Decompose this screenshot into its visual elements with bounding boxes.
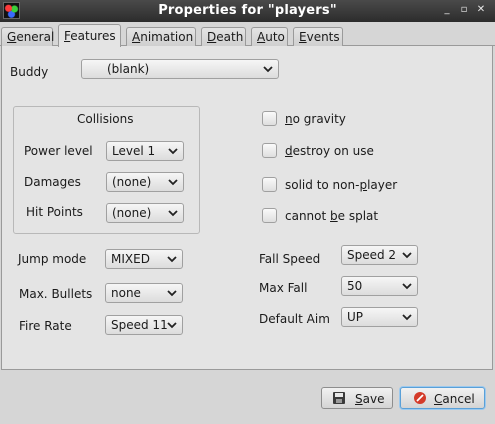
title-bar: Properties for "players" _ ▫ ✕: [0, 0, 495, 22]
save-button[interactable]: Save: [321, 387, 393, 409]
chevron-down-icon: [402, 314, 412, 321]
buddy-value: (blank): [107, 62, 150, 76]
damages-label: Damages: [24, 175, 81, 189]
destroy-on-use-label[interactable]: destroy on use: [285, 144, 374, 158]
buddy-label: Buddy: [10, 65, 49, 79]
default-aim-label: Default Aim: [259, 312, 330, 326]
max-fall-select[interactable]: 50: [341, 276, 418, 296]
solid-to-non-player-checkbox[interactable]: [262, 177, 277, 192]
chevron-down-icon: [167, 256, 177, 263]
fall-speed-label: Fall Speed: [259, 252, 321, 266]
tab-general[interactable]: General: [1, 27, 54, 46]
tab-features[interactable]: Features: [58, 24, 121, 47]
cannot-be-splat-checkbox[interactable]: [262, 208, 277, 223]
hit-points-select[interactable]: (none): [106, 203, 184, 223]
chevron-down-icon: [168, 210, 178, 217]
chevron-down-icon: [402, 283, 412, 290]
hit-points-label: Hit Points: [26, 205, 83, 219]
max-bullets-value: none: [111, 286, 141, 300]
max-bullets-select[interactable]: none: [105, 283, 183, 303]
power-level-value: Level 1: [112, 144, 156, 158]
fall-speed-value: Speed 2: [347, 248, 397, 262]
cancel-button[interactable]: Cancel: [400, 387, 485, 409]
damages-value: (none): [112, 175, 152, 189]
chevron-down-icon: [167, 322, 177, 329]
maximize-icon[interactable]: ▫: [458, 4, 470, 16]
default-aim-select[interactable]: UP: [341, 307, 418, 327]
collisions-group: Collisions Power level Level 1 Damages (…: [13, 106, 200, 234]
damages-select[interactable]: (none): [106, 172, 184, 192]
max-fall-value: 50: [347, 279, 363, 293]
jump-mode-select[interactable]: MIXED: [105, 249, 183, 269]
max-fall-label: Max Fall: [259, 281, 308, 295]
save-label: Save: [355, 392, 385, 406]
tab-auto[interactable]: Auto: [251, 27, 288, 46]
power-level-label: Power level: [24, 144, 93, 158]
cannot-be-splat-label[interactable]: cannot be splat: [285, 209, 378, 223]
chevron-down-icon: [168, 148, 178, 155]
solid-to-non-player-label[interactable]: solid to non-player: [285, 178, 397, 192]
tab-bar: General Features Animation Death Auto Ev…: [0, 24, 495, 47]
hit-points-value: (none): [112, 206, 152, 220]
default-aim-value: UP: [347, 310, 364, 324]
minimize-icon[interactable]: _: [441, 4, 453, 16]
tab-death[interactable]: Death: [201, 27, 246, 46]
tab-events[interactable]: Events: [293, 27, 343, 46]
no-gravity-checkbox[interactable]: [262, 111, 277, 126]
power-level-select[interactable]: Level 1: [106, 141, 184, 161]
fire-rate-select[interactable]: Speed 11: [105, 315, 183, 335]
fall-speed-select[interactable]: Speed 2: [341, 245, 418, 265]
fire-rate-value: Speed 11: [111, 318, 168, 332]
max-bullets-label: Max. Bullets: [19, 287, 93, 301]
window-title: Properties for "players": [158, 3, 337, 18]
chevron-down-icon: [263, 66, 273, 73]
chevron-down-icon: [168, 179, 178, 186]
fire-rate-label: Fire Rate: [19, 319, 72, 333]
floppy-disk-icon: [333, 392, 345, 404]
jump-mode-label: Jump mode: [18, 252, 87, 266]
no-gravity-label[interactable]: no gravity: [285, 112, 346, 126]
chevron-down-icon: [167, 290, 177, 297]
cancel-label: Cancel: [434, 392, 475, 406]
close-icon[interactable]: ✕: [475, 4, 487, 16]
destroy-on-use-checkbox[interactable]: [262, 143, 277, 158]
jump-mode-value: MIXED: [111, 252, 150, 266]
chevron-down-icon: [402, 252, 412, 259]
features-panel: Buddy (blank) Collisions Power level Lev…: [1, 46, 493, 370]
tab-animation[interactable]: Animation: [126, 27, 196, 46]
cancel-icon: [414, 392, 426, 404]
buddy-select[interactable]: (blank): [81, 59, 279, 79]
collisions-title: Collisions: [77, 112, 134, 126]
